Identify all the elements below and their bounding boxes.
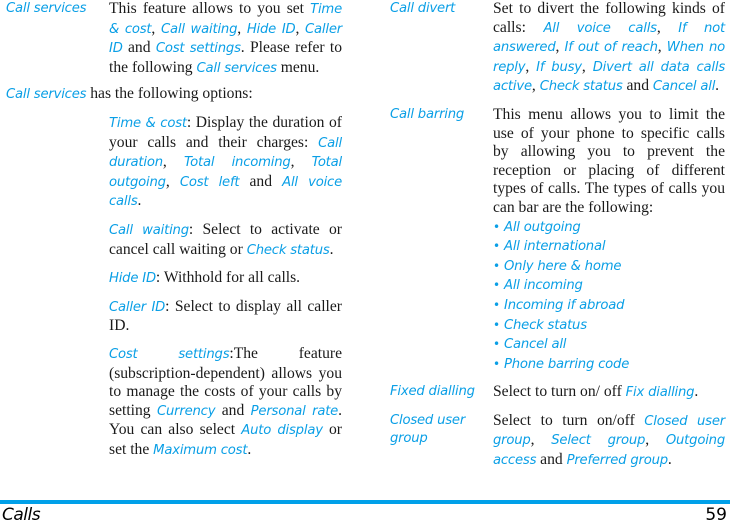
list-item: • Incoming if abroad bbox=[493, 297, 625, 313]
option-hide-id: Hide ID: Withhold for all calls. bbox=[109, 269, 301, 287]
list-item: • Phone barring code bbox=[493, 356, 630, 372]
term-call-services: Call services bbox=[6, 1, 87, 16]
footer-section-title: Calls bbox=[2, 505, 41, 525]
list-item: • All international bbox=[493, 239, 606, 255]
list-item: • Check status bbox=[493, 317, 587, 333]
entry-closed-user-group: Closed user group Select to turn on/off … bbox=[390, 412, 725, 471]
option-cost-settings: Cost settings:The feature (subscription-… bbox=[109, 344, 342, 458]
list-item: • All outgoing bbox=[493, 219, 581, 235]
desc-closed-user-group: Select to turn on/off Closed user group,… bbox=[493, 411, 725, 469]
intro-paragraph: Call services has the following options: bbox=[6, 85, 253, 103]
option-caller-id: Caller ID: Select to display all caller … bbox=[109, 297, 342, 335]
right-column: Call divert Set to divert the following … bbox=[390, 0, 725, 471]
desc-call-divert: Set to divert the following kinds of cal… bbox=[493, 0, 726, 95]
entry-call-services: Call services This feature allows to you… bbox=[6, 0, 342, 78]
list-item: • Only here & home bbox=[493, 258, 622, 274]
left-column: Call services This feature allows to you… bbox=[6, 0, 342, 460]
term-call-barring: Call barring bbox=[390, 106, 465, 122]
footer-rule bbox=[0, 500, 730, 504]
bullet-icon: • bbox=[493, 356, 500, 371]
page-number: 59 bbox=[705, 505, 727, 525]
entry-fixed-dialling: Fixed dialling Select to turn on/ off Fi… bbox=[390, 383, 725, 403]
barring-options-list: • All outgoing • All international • Only h… bbox=[493, 218, 725, 375]
entry-call-divert: Call divert Set to divert the following … bbox=[390, 0, 725, 97]
bullet-icon: • bbox=[493, 258, 500, 273]
list-item: • All incoming bbox=[493, 278, 583, 294]
term-call-divert: Call divert bbox=[390, 1, 456, 16]
bullet-icon: • bbox=[493, 337, 500, 352]
entry-call-barring: Call barring This menu allows you to lim… bbox=[390, 106, 725, 374]
term-closed-user-group: Closed user group bbox=[390, 412, 466, 447]
option-call-waiting: Call waiting: Select to activate or canc… bbox=[109, 220, 342, 258]
bullet-icon: • bbox=[493, 239, 500, 254]
desc-call-services: This feature allows to you set Time & co… bbox=[109, 0, 343, 76]
bullet-icon: • bbox=[493, 219, 500, 234]
list-item: • Cancel all bbox=[493, 337, 567, 353]
bullet-icon: • bbox=[493, 297, 500, 312]
desc-call-barring: This menu allows you to limit the use of… bbox=[493, 106, 725, 374]
desc-fixed-dialling: Select to turn on/ off Fix dialling. bbox=[493, 383, 699, 401]
option-time-cost: Time & cost: Display the duration of you… bbox=[109, 113, 343, 210]
bullet-icon: • bbox=[493, 278, 500, 293]
term-fixed-dialling: Fixed dialling bbox=[390, 384, 475, 400]
bullet-icon: • bbox=[493, 317, 500, 332]
